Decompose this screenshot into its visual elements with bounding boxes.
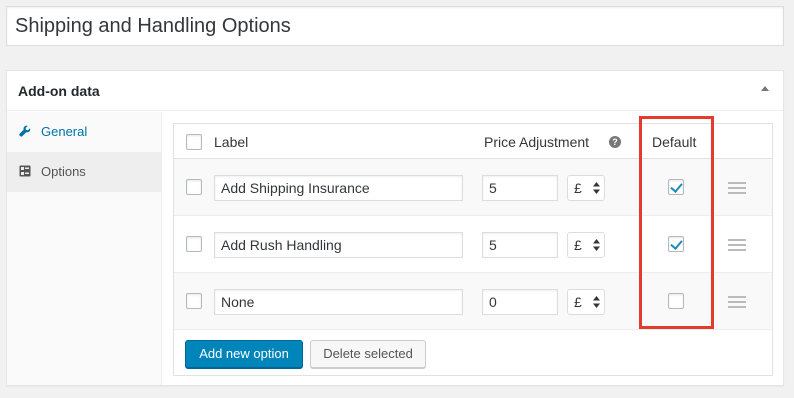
options-icon <box>19 152 33 192</box>
price-adjustment-input[interactable]: 5 <box>482 175 558 201</box>
drag-handle-icon[interactable] <box>728 239 746 251</box>
default-column-highlight <box>639 116 714 329</box>
metabox-header[interactable]: Add-on data <box>7 71 783 111</box>
currency-value: £ <box>574 180 582 196</box>
collapse-toggle-icon[interactable] <box>761 86 769 91</box>
help-icon[interactable]: ? <box>609 136 621 148</box>
tab-options-label: Options <box>41 164 86 179</box>
drag-handle-icon[interactable] <box>728 182 746 194</box>
header-label: Label <box>214 134 249 150</box>
currency-value: £ <box>574 294 582 310</box>
tab-options[interactable]: Options <box>7 152 161 192</box>
metabox-title: Add-on data <box>18 83 100 99</box>
currency-select[interactable]: £ <box>567 289 605 315</box>
table-footer: Add new option Delete selected <box>174 330 772 375</box>
select-arrows-icon <box>593 296 600 308</box>
row-select-checkbox[interactable] <box>186 236 202 252</box>
select-all-checkbox[interactable] <box>186 134 202 150</box>
option-label-input[interactable]: Add Shipping Insurance <box>214 175 463 201</box>
tab-general[interactable]: General <box>7 112 161 152</box>
currency-select[interactable]: £ <box>567 232 605 258</box>
select-arrows-icon <box>593 182 600 194</box>
row-select-checkbox[interactable] <box>186 293 202 309</box>
row-select-checkbox[interactable] <box>186 179 202 195</box>
currency-select[interactable]: £ <box>567 175 605 201</box>
option-label-input[interactable]: None <box>214 289 463 315</box>
price-adjustment-input[interactable]: 5 <box>482 232 558 258</box>
tab-general-label: General <box>41 124 88 139</box>
select-arrows-icon <box>593 239 600 251</box>
addon-tabs: General Options <box>7 112 162 385</box>
product-title-input[interactable]: Shipping and Handling Options <box>6 6 784 46</box>
wrench-icon <box>19 112 33 152</box>
currency-value: £ <box>574 237 582 253</box>
header-price-adjustment: Price Adjustment <box>484 134 590 150</box>
drag-handle-icon[interactable] <box>728 296 746 308</box>
option-label-input[interactable]: Add Rush Handling <box>214 232 463 258</box>
delete-selected-button[interactable]: Delete selected <box>310 340 426 368</box>
add-new-option-button[interactable]: Add new option <box>185 340 303 368</box>
price-adjustment-input[interactable]: 0 <box>482 289 558 315</box>
